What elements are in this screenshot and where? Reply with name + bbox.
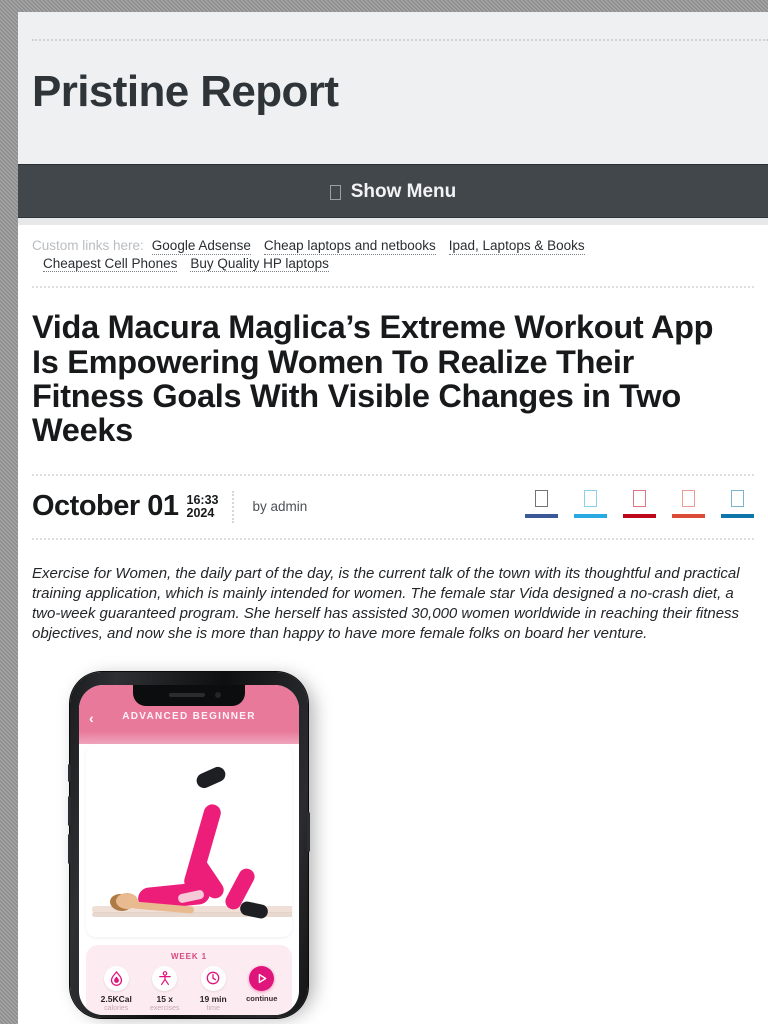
article-meta-row: October 01 16:33 2024 by admin [32,476,754,538]
exercise-hero-card [86,743,292,937]
pinterest-icon [633,489,646,507]
article-year: 2024 [186,505,215,520]
phone-power-button [307,811,310,852]
custom-links-row-2: Cheapest Cell Phones Buy Quality HP lapto… [32,256,754,273]
stat-calories-label: calories [104,1005,129,1012]
social-share-group [525,489,754,518]
share-button-linkedin[interactable] [721,489,754,518]
phone-volume-up-button [68,795,71,826]
stat-time-label: time [206,1005,220,1012]
stat-time: 19 min time [189,965,237,1014]
athlete-head [116,892,138,909]
article-time: 16:33 [186,492,219,507]
custom-links-label: Custom links here: [32,238,144,253]
page-left-gutter [0,0,18,1024]
phone-notch [133,684,245,706]
site-header: Pristine Report [18,12,768,164]
article-date: October 01 [32,490,179,523]
page-container: Pristine Report Show Menu Custom links h… [18,12,768,1024]
stat-exercises-value: 15 x [156,993,174,1004]
app-top-bar: ‹ ADVANCED BEGINNER [79,684,299,731]
show-menu-button[interactable]: Show Menu [329,180,457,203]
phone-mute-switch [68,763,71,782]
share-button-pinterest[interactable] [623,489,656,518]
clock-icon [200,965,226,991]
custom-link-buy-quality-hp-laptops[interactable]: Buy Quality HP laptops [190,256,329,273]
person-exercise-icon [152,965,178,991]
athlete-raised-shoe [194,764,228,791]
article-title: Vida Macura Maglica’s Extreme Workout Ap… [32,309,714,449]
share-button-twitter[interactable] [574,489,607,518]
article: Vida Macura Maglica’s Extreme Workout Ap… [18,310,768,540]
app-screen-title: ADVANCED BEGINNER [122,710,256,722]
header-top-divider [32,39,768,41]
earpiece-speaker-icon [169,692,205,697]
meta-separator [232,490,235,523]
linkedin-icon [731,489,744,507]
article-body-paragraph: Exercise for Women, the daily part of th… [32,564,740,642]
facebook-underline [525,513,558,518]
workout-stats-panel: WEEK 1 2.5KCal calories 15 x exercises 1… [86,944,292,1015]
custom-link-cheapest-cell-phones[interactable]: Cheapest Cell Phones [43,256,178,273]
pinterest-underline [623,513,656,518]
facebook-icon [535,489,548,507]
custom-link-cheap-laptops[interactable]: Cheap laptops and netbooks [263,238,436,255]
week-label: WEEK 1 [170,951,208,961]
stat-calories: 2.5KCal calories [92,965,140,1014]
googleplus-underline [672,513,705,518]
article-byline: by admin [252,499,308,515]
custom-link-ipad-laptops-books[interactable]: Ipad, Laptops & Books [448,238,585,255]
custom-links-row-1: Custom links here: Google Adsense Cheap la… [32,238,754,255]
article-datetime-block: 16:33 2024 [186,492,219,521]
main-navigation-bar[interactable]: Show Menu [18,164,768,218]
article-meta-divider [32,537,754,540]
stat-exercises: 15 x exercises [141,965,189,1014]
custom-links-section: Custom links here: Google Adsense Cheap la… [18,225,768,273]
front-camera-icon [215,691,221,698]
twitter-icon [584,489,597,507]
custom-links-divider [32,286,754,289]
site-title: Pristine Report [32,67,339,116]
article-date-block: October 01 16:33 2024 [32,492,218,521]
share-button-facebook[interactable] [525,489,558,518]
workout-stats-row: 2.5KCal calories 15 x exercises 19 min t… [92,965,286,1014]
show-menu-label: Show Menu [350,180,457,202]
googleplus-icon [682,489,695,507]
continue-workout-button[interactable]: continue [238,965,286,1003]
stat-time-value: 19 min [199,993,227,1004]
play-icon [249,965,275,991]
stat-calories-value: 2.5KCal [100,993,132,1004]
menu-bar-shadow [18,218,768,225]
phone-mockup-image: ‹ ADVANCED BEGINNER WEEK 1 2.5KCal calor… [68,668,318,1018]
stat-exercises-label: exercises [149,1005,180,1012]
continue-label: continue [246,993,278,1003]
twitter-underline [574,513,607,518]
hamburger-icon [329,185,341,200]
linkedin-underline [721,513,754,518]
flame-drop-icon [103,965,129,991]
phone-volume-down-button [68,833,71,864]
phone-body: ‹ ADVANCED BEGINNER WEEK 1 2.5KCal calor… [68,671,310,1018]
app-top-bar-gradient [79,730,299,744]
custom-link-google-adsense[interactable]: Google Adsense [151,238,251,255]
share-button-googleplus[interactable] [672,489,705,518]
page-top-gutter [0,0,768,12]
phone-screen: ‹ ADVANCED BEGINNER WEEK 1 2.5KCal calor… [79,684,299,1015]
article-figure: ‹ ADVANCED BEGINNER WEEK 1 2.5KCal calor… [18,668,768,1018]
